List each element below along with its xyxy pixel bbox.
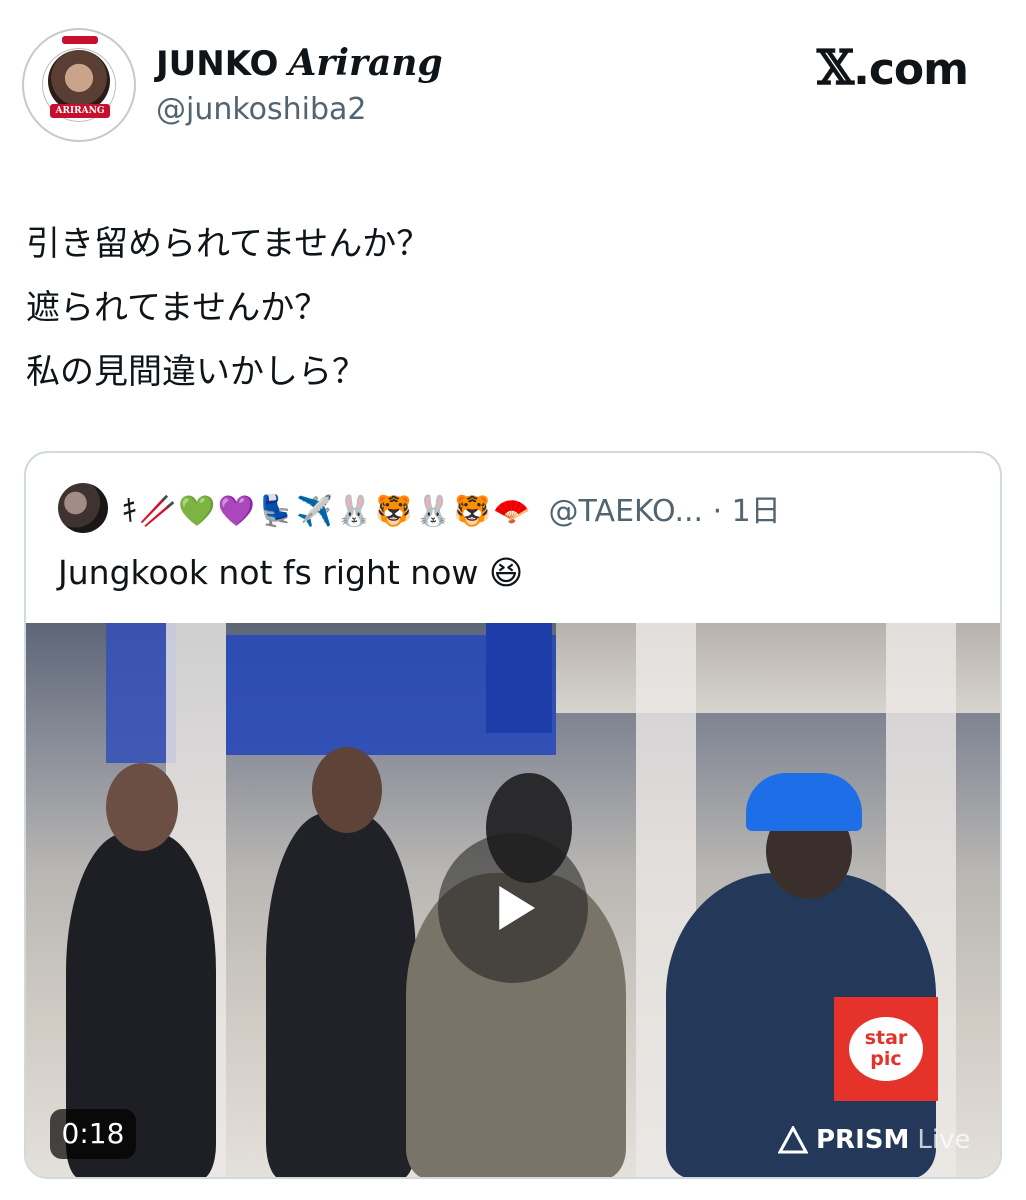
tweet-line: 遮られてませんか？ bbox=[26, 288, 329, 328]
video-scene-cap bbox=[746, 773, 862, 831]
prism-live-watermark: PRISM Live bbox=[778, 1123, 970, 1157]
author-name-script[interactable]: Arirang bbox=[288, 42, 442, 84]
author-name-row[interactable]: JUNKO Arirang bbox=[156, 42, 443, 86]
quoted-author-avatar[interactable] bbox=[58, 483, 108, 533]
author-name[interactable]: JUNKO bbox=[156, 44, 278, 84]
prism-brand-suffix: Live bbox=[917, 1125, 971, 1155]
tweet-text: 引き留められてませんか？ 遮られてませんか？ 私の見間違いかしら？ bbox=[26, 212, 986, 404]
quoted-tweet[interactable]: ｷ🥢💚💜💺✈️🐰🐯🐰🐯🪭 @TAEKO... · 1日 Jungkook not… bbox=[24, 451, 1002, 1179]
play-icon bbox=[499, 886, 535, 930]
video-scene-person bbox=[266, 813, 416, 1177]
starpic-watermark-bubble: star pic bbox=[849, 1017, 923, 1081]
video-scene-person-head bbox=[312, 747, 382, 833]
quoted-author-name[interactable]: ｷ🥢💚💜💺✈️🐰🐯🐰🐯🪭 bbox=[122, 486, 533, 530]
author-avatar[interactable]: ARIRANG bbox=[22, 28, 136, 142]
tweet-line: 私の見間違いかしら？ bbox=[26, 352, 366, 392]
tweet-line: 引き留められてませんか？ bbox=[26, 224, 431, 264]
avatar-top-tag bbox=[62, 36, 98, 44]
video-duration: 0:18 bbox=[50, 1109, 136, 1159]
video-scene-person-head bbox=[106, 763, 178, 851]
avatar-band-label: ARIRANG bbox=[50, 104, 110, 118]
quoted-tweet-header: ｷ🥢💚💜💺✈️🐰🐯🐰🐯🪭 @TAEKO... · 1日 bbox=[58, 483, 781, 533]
x-logo-icon: 𝕏 bbox=[816, 40, 854, 96]
tweet-header: ARIRANG JUNKO Arirang @junkoshiba2 𝕏.com bbox=[0, 0, 1026, 160]
starpic-watermark-logo: star pic bbox=[834, 997, 938, 1101]
quoted-author-handle-time[interactable]: @TAEKO... · 1日 bbox=[549, 486, 781, 530]
video-player[interactable]: 0:18 star pic PRISM Live bbox=[26, 623, 1000, 1177]
author-handle[interactable]: @junkoshiba2 bbox=[156, 92, 367, 127]
play-button[interactable] bbox=[438, 833, 588, 983]
avatar-face bbox=[48, 50, 110, 112]
prism-triangle-icon bbox=[778, 1126, 808, 1154]
starpic-watermark-top: star bbox=[864, 1027, 908, 1049]
starpic-watermark-bottom: pic bbox=[870, 1048, 902, 1070]
prism-brand: PRISM bbox=[816, 1125, 910, 1155]
quoted-tweet-text: Jungkook not fs right now 😆 bbox=[58, 553, 524, 592]
video-scene-sign bbox=[486, 623, 552, 733]
site-domain: .com bbox=[853, 44, 969, 95]
site-logo: 𝕏.com bbox=[816, 40, 969, 96]
